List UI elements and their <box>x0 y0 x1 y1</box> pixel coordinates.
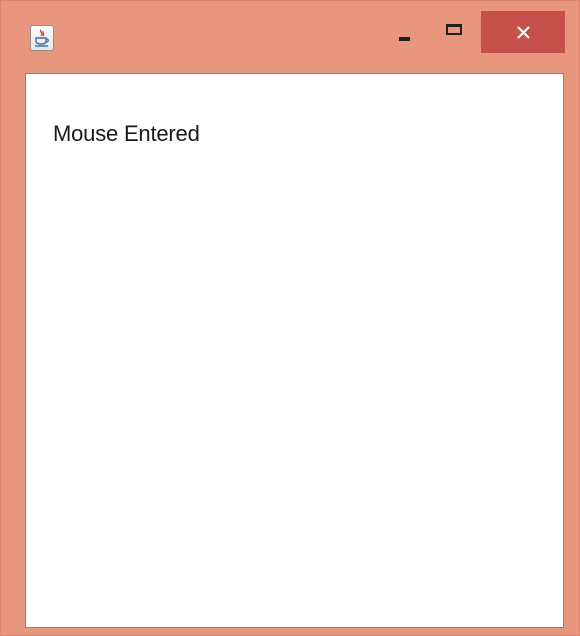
close-icon <box>517 26 530 39</box>
minimize-button[interactable] <box>389 15 421 45</box>
maximize-button[interactable] <box>438 15 474 45</box>
java-cup-icon[interactable] <box>30 25 54 51</box>
content-panel[interactable]: Mouse Entered <box>25 73 564 628</box>
title-bar[interactable] <box>1 1 579 71</box>
close-button[interactable] <box>481 11 565 53</box>
app-window: Mouse Entered <box>0 0 580 636</box>
mouse-status-label: Mouse Entered <box>53 121 200 146</box>
